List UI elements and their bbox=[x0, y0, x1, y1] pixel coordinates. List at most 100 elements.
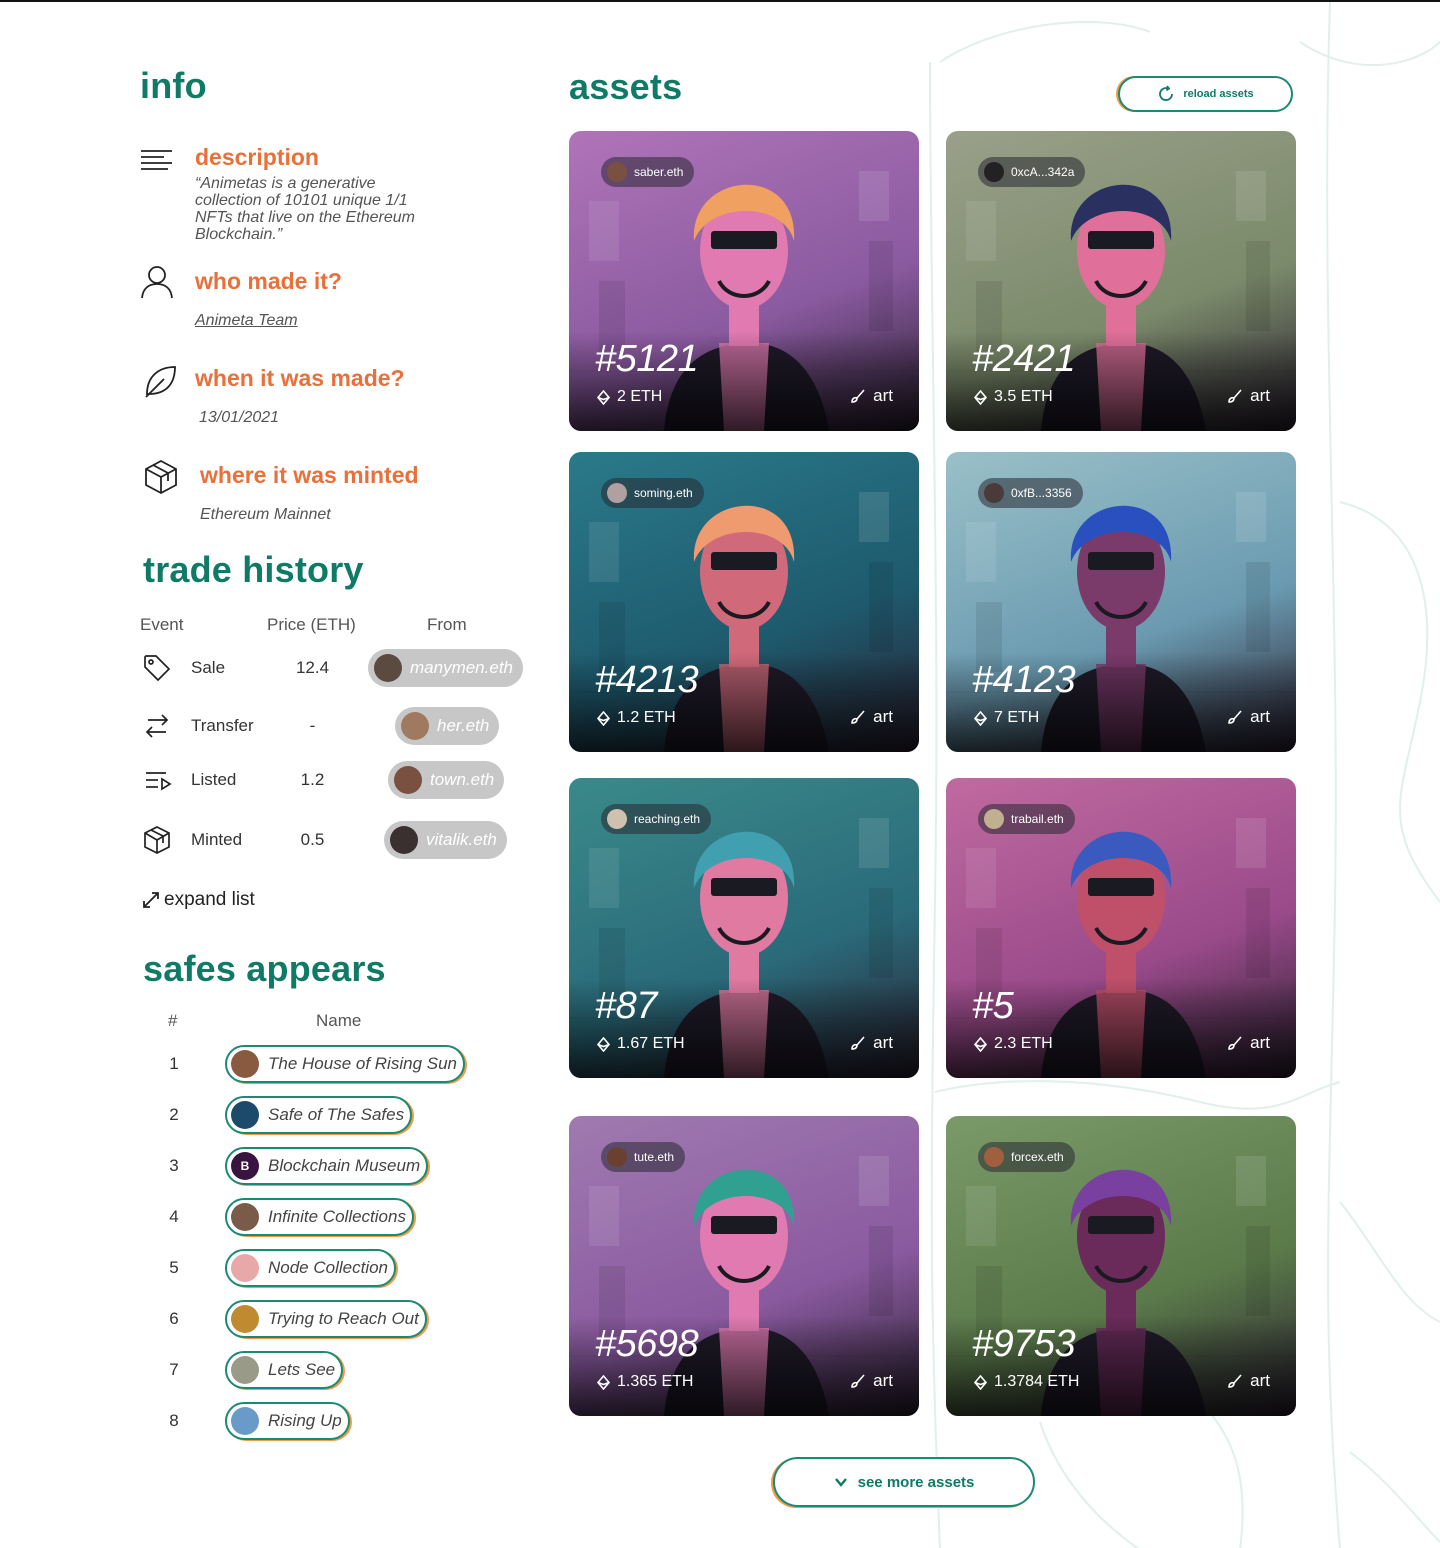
owner-name: trabail.eth bbox=[1011, 812, 1064, 826]
safe-number: 7 bbox=[169, 1360, 179, 1379]
ethereum-icon bbox=[973, 1374, 988, 1390]
creator-link[interactable]: Animeta Team bbox=[195, 312, 298, 330]
column-from: From bbox=[427, 615, 467, 634]
safe-pill[interactable]: Infinite Collections bbox=[225, 1198, 414, 1236]
token-id: #87 bbox=[595, 985, 657, 1027]
ethereum-icon bbox=[973, 710, 988, 726]
safe-pill[interactable]: The House of Rising Sun bbox=[225, 1045, 465, 1083]
owner-pill[interactable]: reaching.eth bbox=[601, 804, 712, 834]
asset-card[interactable]: forcex.eth #9753 1.3784 ETH art bbox=[946, 1116, 1296, 1416]
avatar bbox=[390, 826, 418, 854]
expand-list-button[interactable]: expand list bbox=[142, 889, 255, 911]
safe-pill[interactable]: Trying to Reach Out bbox=[225, 1300, 427, 1338]
safe-number: 4 bbox=[169, 1207, 179, 1226]
owner-name: forcex.eth bbox=[1011, 1150, 1064, 1164]
see-more-assets-button[interactable]: see more assets bbox=[773, 1457, 1035, 1507]
owner-pill[interactable]: trabail.eth bbox=[978, 804, 1075, 834]
asset-price-value: 3.5 ETH bbox=[994, 388, 1053, 405]
token-id: #5 bbox=[972, 985, 1014, 1027]
avatar bbox=[231, 1101, 259, 1129]
safe-pill[interactable]: Safe of The Safes bbox=[225, 1096, 413, 1134]
asset-category: art bbox=[850, 1033, 893, 1053]
asset-card[interactable]: reaching.eth #87 1.67 ETH art bbox=[569, 778, 919, 1078]
trade-history-heading: trade history bbox=[143, 549, 364, 590]
trade-row: Listed 1.2 town.eth bbox=[140, 760, 540, 800]
creator-title: who made it? bbox=[195, 268, 342, 294]
refresh-icon bbox=[1159, 85, 1174, 101]
safe-name: Trying to Reach Out bbox=[268, 1309, 419, 1328]
safe-pill[interactable]: Lets See bbox=[225, 1351, 344, 1389]
asset-price-value: 2 ETH bbox=[617, 388, 663, 405]
reload-assets-button[interactable]: reload assets bbox=[1118, 76, 1293, 112]
description-text: “Animetas is a generative collection of … bbox=[195, 175, 415, 243]
asset-category: art bbox=[850, 386, 893, 406]
cube-icon bbox=[143, 459, 179, 495]
owner-pill[interactable]: tute.eth bbox=[601, 1142, 686, 1172]
owner-name: 0xfB...3356 bbox=[1011, 486, 1072, 500]
ethereum-icon bbox=[596, 1374, 611, 1390]
safe-name: The House of Rising Sun bbox=[268, 1054, 457, 1073]
owner-pill[interactable]: saber.eth bbox=[601, 157, 695, 187]
user-icon bbox=[139, 264, 175, 300]
event-price: - bbox=[309, 716, 316, 735]
asset-price-value: 1.365 ETH bbox=[617, 1373, 694, 1390]
avatar: B bbox=[231, 1152, 259, 1180]
safe-name: Blockchain Museum bbox=[268, 1156, 421, 1175]
chevron-down-icon bbox=[834, 1478, 847, 1487]
asset-price-value: 1.3784 ETH bbox=[994, 1373, 1080, 1390]
assets-heading: assets bbox=[569, 66, 683, 107]
from-user-pill[interactable]: her.eth bbox=[395, 707, 500, 745]
asset-price-value: 1.67 ETH bbox=[617, 1035, 685, 1052]
asset-price: 1.3784 ETH bbox=[973, 1373, 1079, 1391]
owner-name: tute.eth bbox=[634, 1150, 675, 1164]
brush-icon bbox=[851, 389, 865, 403]
safe-name: Infinite Collections bbox=[268, 1207, 406, 1226]
from-user-pill[interactable]: town.eth bbox=[388, 761, 505, 799]
avatar bbox=[231, 1203, 259, 1231]
avatar bbox=[231, 1254, 259, 1282]
cube-icon bbox=[142, 825, 172, 855]
brush-icon bbox=[1228, 389, 1242, 403]
event-name: Minted bbox=[191, 830, 243, 849]
description-icon bbox=[140, 145, 176, 181]
owner-name: soming.eth bbox=[634, 486, 693, 500]
asset-card[interactable]: saber.eth #5121 2 ETH art bbox=[569, 131, 919, 431]
avatar bbox=[401, 712, 429, 740]
safe-row: 1 The House of Rising Sun bbox=[160, 1044, 480, 1084]
asset-card[interactable]: tute.eth #5698 1.365 ETH art bbox=[569, 1116, 919, 1416]
asset-card[interactable]: 0xcA...342a #2421 3.5 ETH art bbox=[946, 131, 1296, 431]
safe-pill[interactable]: Node Collection bbox=[225, 1249, 397, 1287]
asset-card[interactable]: 0xfB...3356 #4123 7 ETH art bbox=[946, 452, 1296, 752]
brush-icon bbox=[851, 710, 865, 724]
avatar bbox=[984, 809, 1004, 829]
from-user-pill[interactable]: vitalik.eth bbox=[384, 821, 507, 859]
safe-number: 1 bbox=[169, 1054, 179, 1073]
trade-row: Sale 12.4 manymen.eth bbox=[140, 648, 540, 688]
owner-pill[interactable]: forcex.eth bbox=[978, 1142, 1075, 1172]
safe-pill[interactable]: Rising Up bbox=[225, 1402, 350, 1440]
from-user-name: vitalik.eth bbox=[426, 830, 497, 849]
asset-category: art bbox=[1227, 386, 1270, 406]
asset-price: 7 ETH bbox=[973, 709, 1039, 727]
owner-pill[interactable]: 0xcA...342a bbox=[978, 157, 1086, 187]
asset-card[interactable]: soming.eth #4213 1.2 ETH art bbox=[569, 452, 919, 752]
tag-icon bbox=[142, 653, 172, 683]
from-user-pill[interactable]: manymen.eth bbox=[368, 649, 523, 687]
leaf-icon bbox=[142, 363, 178, 399]
asset-category-label: art bbox=[873, 386, 893, 405]
asset-price-value: 2.3 ETH bbox=[994, 1035, 1053, 1052]
owner-pill[interactable]: soming.eth bbox=[601, 478, 704, 508]
event-name: Transfer bbox=[191, 716, 254, 735]
see-more-assets-label: see more assets bbox=[857, 1473, 975, 1491]
asset-price: 1.67 ETH bbox=[596, 1035, 685, 1053]
info-heading: info bbox=[140, 65, 207, 106]
owner-pill[interactable]: 0xfB...3356 bbox=[978, 478, 1083, 508]
asset-category-label: art bbox=[873, 707, 893, 726]
avatar bbox=[607, 809, 627, 829]
asset-price: 1.2 ETH bbox=[596, 709, 676, 727]
event-price: 1.2 bbox=[300, 770, 325, 789]
transfer-icon bbox=[142, 711, 172, 741]
asset-category: art bbox=[850, 707, 893, 727]
asset-card[interactable]: trabail.eth #5 2.3 ETH art bbox=[946, 778, 1296, 1078]
safe-pill[interactable]: B Blockchain Museum bbox=[225, 1147, 429, 1185]
